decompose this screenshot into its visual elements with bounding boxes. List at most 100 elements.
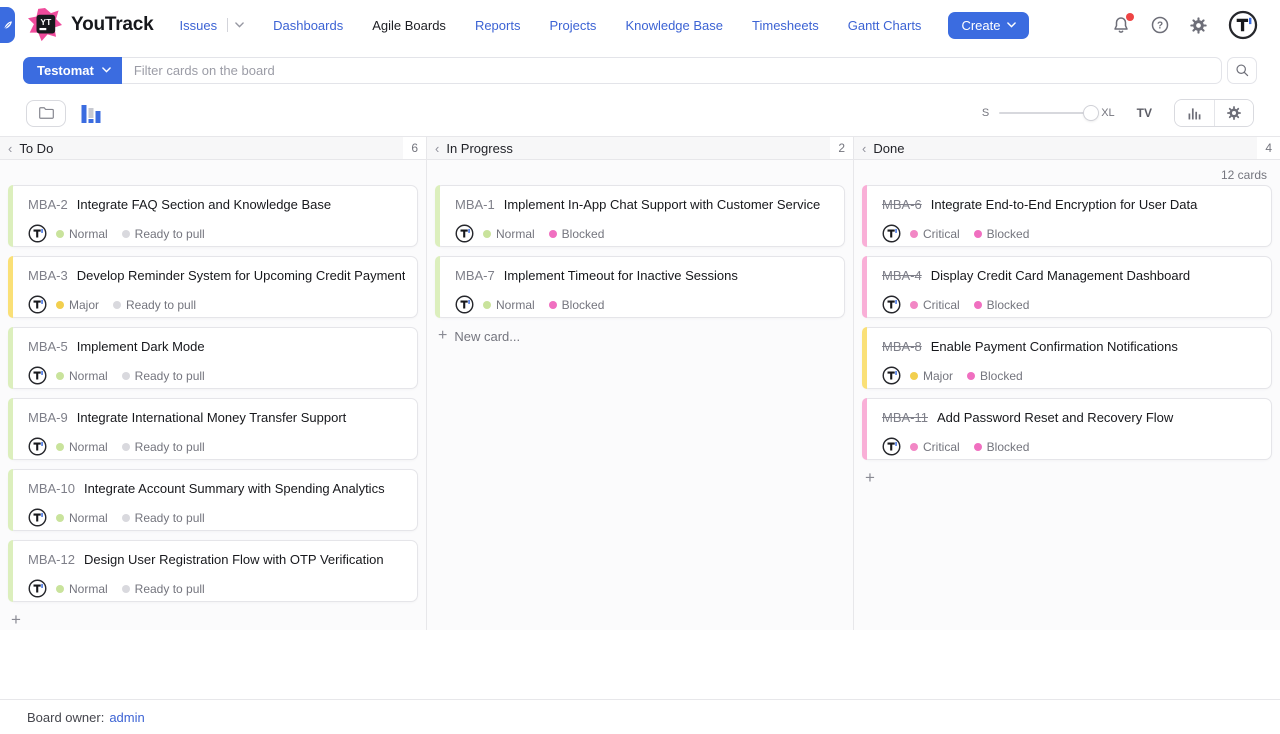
priority-field[interactable]: Major [56, 298, 99, 312]
card-MBA-10[interactable]: MBA-10Integrate Account Summary with Spe… [8, 469, 418, 531]
stage-field[interactable]: Blocked [549, 227, 605, 241]
stage-field[interactable]: Ready to pull [122, 227, 205, 241]
priority-field[interactable]: Normal [56, 369, 108, 383]
histogram-icon [1186, 105, 1203, 122]
priority-field[interactable]: Critical [910, 440, 960, 454]
board-owner-link[interactable]: admin [109, 710, 144, 725]
priority-stripe [8, 185, 13, 247]
filter-input[interactable] [122, 57, 1222, 84]
priority-field[interactable]: Normal [56, 227, 108, 241]
project-selector-button[interactable]: Testomat [23, 57, 122, 84]
card-MBA-9[interactable]: MBA-9Integrate International Money Trans… [8, 398, 418, 460]
priority-field[interactable]: Major [910, 369, 953, 383]
nav-item-projects[interactable]: Projects [549, 18, 596, 33]
nav-item-agile-boards[interactable]: Agile Boards [372, 18, 446, 33]
priority-field[interactable]: Normal [56, 440, 108, 454]
stage-field[interactable]: Blocked [974, 227, 1030, 241]
card-MBA-3[interactable]: MBA-3Develop Reminder System for Upcomin… [8, 256, 418, 318]
priority-field[interactable]: Normal [56, 511, 108, 525]
stage-label: Blocked [980, 369, 1023, 383]
assignee-avatar[interactable] [455, 224, 474, 243]
assignee-avatar[interactable] [28, 224, 47, 243]
priority-field[interactable]: Normal [483, 227, 535, 241]
stage-field[interactable]: Blocked [974, 298, 1030, 312]
nav-item-issues[interactable]: Issues [180, 18, 245, 33]
stage-dot [974, 301, 982, 309]
stage-field[interactable]: Blocked [549, 298, 605, 312]
card-meta-row: Normal Blocked [455, 224, 832, 243]
chart-toggle-button[interactable] [79, 102, 103, 124]
stage-field[interactable]: Blocked [974, 440, 1030, 454]
board-settings-button[interactable] [1214, 100, 1253, 126]
priority-field[interactable]: Critical [910, 298, 960, 312]
assignee-avatar[interactable] [882, 295, 901, 314]
priority-field[interactable]: Normal [56, 582, 108, 596]
card-MBA-5[interactable]: MBA-5Implement Dark ModeNormalReady to p… [8, 327, 418, 389]
card-MBA-2[interactable]: MBA-2Integrate FAQ Section and Knowledge… [8, 185, 418, 247]
new-card-button[interactable]: +New card... [438, 327, 845, 345]
nav-item-gantt-charts[interactable]: Gantt Charts [848, 18, 922, 33]
nav-item-timesheets[interactable]: Timesheets [752, 18, 819, 33]
header-icons: ? [1109, 10, 1258, 40]
stage-field[interactable]: Ready to pull [122, 511, 205, 525]
nav-item-knowledge-base[interactable]: Knowledge Base [625, 18, 723, 33]
assignee-avatar[interactable] [455, 295, 474, 314]
stage-field[interactable]: Ready to pull [113, 298, 196, 312]
sidebar-toggle[interactable] [0, 7, 15, 43]
stage-field[interactable]: Ready to pull [122, 582, 205, 596]
tv-mode-button[interactable]: TV [1137, 106, 1152, 120]
stage-field[interactable]: Ready to pull [122, 369, 205, 383]
card-title-row: MBA-6Integrate End-to-End Encryption for… [882, 197, 1259, 212]
help-button[interactable]: ? [1148, 13, 1172, 37]
collapse-column-icon[interactable]: ‹ [8, 142, 12, 155]
slider-handle[interactable] [1083, 105, 1099, 121]
assignee-avatar[interactable] [28, 508, 47, 527]
priority-stripe [862, 256, 867, 318]
priority-label: Major [923, 369, 953, 383]
collapse-column-icon[interactable]: ‹ [862, 142, 866, 155]
card-meta-row: Major Blocked [882, 366, 1259, 385]
assignee-avatar[interactable] [28, 366, 47, 385]
priority-field[interactable]: Normal [483, 298, 535, 312]
notifications-button[interactable] [1109, 13, 1133, 37]
toolbar-right: S XL TV [982, 99, 1254, 127]
priority-label: Normal [69, 511, 108, 525]
assignee-avatar[interactable] [28, 437, 47, 456]
assignee-avatar[interactable] [28, 295, 47, 314]
stage-field[interactable]: Blocked [967, 369, 1023, 383]
create-button[interactable]: Create [948, 12, 1029, 39]
priority-field[interactable]: Critical [910, 227, 960, 241]
user-avatar[interactable] [1228, 10, 1258, 40]
assignee-avatar[interactable] [882, 224, 901, 243]
card-MBA-7[interactable]: MBA-7Implement Timeout for Inactive Sess… [435, 256, 845, 318]
collapse-column-icon[interactable]: ‹ [435, 142, 439, 155]
add-card-button[interactable]: + [865, 469, 875, 486]
notification-dot [1126, 13, 1134, 21]
search-button[interactable] [1227, 57, 1257, 84]
card-MBA-11[interactable]: MBA-11Add Password Reset and Recovery Fl… [862, 398, 1272, 460]
card-title-row: MBA-1Implement In-App Chat Support with … [455, 197, 832, 212]
nav-item-dashboards[interactable]: Dashboards [273, 18, 343, 33]
stage-field[interactable]: Ready to pull [122, 440, 205, 454]
card-title: Enable Payment Confirmation Notification… [931, 339, 1178, 354]
card-MBA-1[interactable]: MBA-1Implement In-App Chat Support with … [435, 185, 845, 247]
youtrack-logo[interactable]: YT YouTrack [28, 8, 154, 42]
chart-view-button[interactable] [1175, 100, 1214, 126]
card-MBA-8[interactable]: MBA-8Enable Payment Confirmation Notific… [862, 327, 1272, 389]
card-MBA-4[interactable]: MBA-4Display Credit Card Management Dash… [862, 256, 1272, 318]
priority-label: Critical [923, 440, 960, 454]
bar-chart-icon [79, 102, 103, 124]
assignee-avatar[interactable] [882, 437, 901, 456]
backlog-button[interactable] [26, 100, 66, 127]
add-card-button[interactable]: + [11, 611, 21, 628]
card-size-slider[interactable] [999, 105, 1091, 121]
board-footer-spacer [0, 630, 1280, 699]
assignee-avatar[interactable] [882, 366, 901, 385]
card-MBA-6[interactable]: MBA-6Integrate End-to-End Encryption for… [862, 185, 1272, 247]
assignee-avatar[interactable] [28, 579, 47, 598]
stage-dot [113, 301, 121, 309]
gear-icon [1226, 105, 1242, 121]
card-MBA-12[interactable]: MBA-12Design User Registration Flow with… [8, 540, 418, 602]
nav-item-reports[interactable]: Reports [475, 18, 521, 33]
settings-button[interactable] [1187, 14, 1210, 37]
